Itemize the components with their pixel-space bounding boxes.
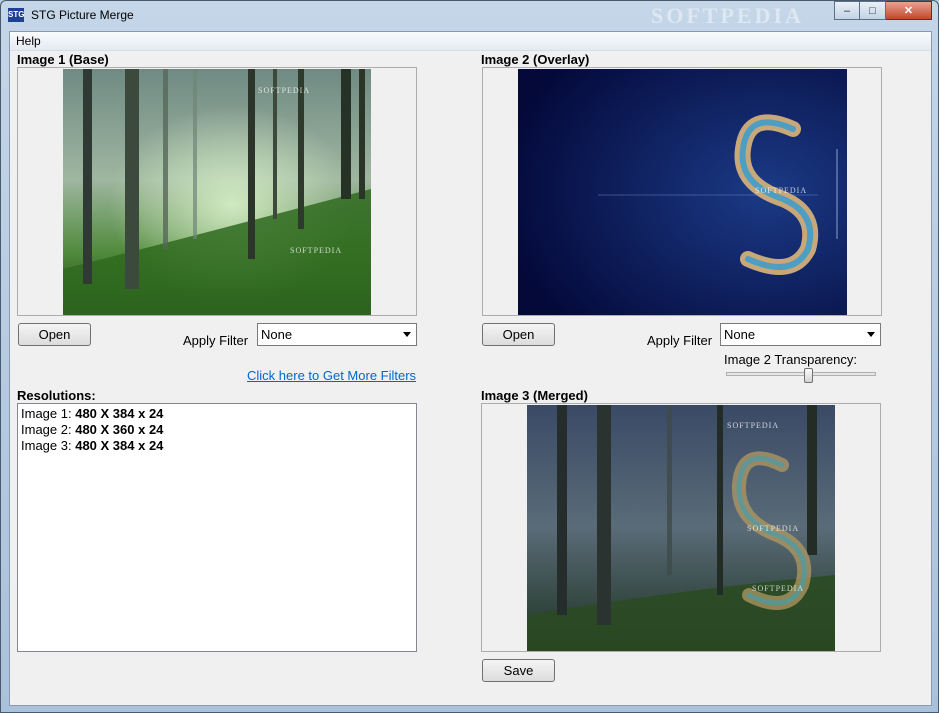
image1-filter-value: None xyxy=(261,327,293,342)
more-filters-link[interactable]: Click here to Get More Filters xyxy=(247,368,416,383)
image3-watermark-3: SOFTPEDIA xyxy=(752,584,805,593)
image3-frame: SOFTPEDIA SOFTPEDIA SOFTPEDIA xyxy=(481,403,881,652)
transparency-label: Image 2 Transparency: xyxy=(724,352,857,367)
chevron-down-icon xyxy=(403,332,411,337)
transparency-slider[interactable] xyxy=(726,368,876,383)
image3-watermark-2: SOFTPEDIA xyxy=(747,524,800,533)
image1-open-button[interactable]: Open xyxy=(18,323,91,346)
app-logo-icon: STG xyxy=(8,8,24,22)
image3-watermark: SOFTPEDIA xyxy=(727,421,780,430)
slider-track xyxy=(726,372,876,376)
menu-item-help[interactable]: Help xyxy=(16,34,41,48)
image2-label: Image 2 (Overlay) xyxy=(481,52,590,67)
resolution-row: Image 2: 480 X 360 x 24 xyxy=(21,422,164,437)
image2-filter-label: Apply Filter xyxy=(647,333,713,348)
chevron-down-icon xyxy=(867,332,875,337)
resolutions-list: Image 1: 480 X 384 x 24 Image 2: 480 X 3… xyxy=(17,403,417,652)
image1-picture xyxy=(63,69,371,315)
watermark-text: SOFTPEDIA xyxy=(651,3,804,28)
maximize-button[interactable]: □ xyxy=(860,1,886,20)
image1-frame: SOFTPEDIA SOFTPEDIA xyxy=(17,67,417,316)
app-window: STG STG Picture Merge SOFTPEDIA – □ ✕ He… xyxy=(0,0,939,713)
image2-frame: SOFTPEDIA xyxy=(482,67,882,316)
resolutions-label: Resolutions: xyxy=(17,388,96,403)
resolution-row: Image 1: 480 X 384 x 24 xyxy=(21,406,164,421)
image1-filter-select[interactable]: None xyxy=(257,323,417,346)
resolution-row: Image 3: 480 X 384 x 24 xyxy=(21,438,164,453)
image1-watermark-2: SOFTPEDIA xyxy=(290,246,343,255)
image1-label: Image 1 (Base) xyxy=(17,52,109,67)
image1-watermark: SOFTPEDIA xyxy=(258,86,311,95)
image2-open-button[interactable]: Open xyxy=(482,323,555,346)
client-area: Help Image 1 (Base) SOFTPEDIA SOFTPEDIA … xyxy=(9,31,932,706)
window-title: STG Picture Merge xyxy=(31,8,134,22)
image2-watermark: SOFTPEDIA xyxy=(755,186,808,195)
minimize-button[interactable]: – xyxy=(834,1,860,20)
image2-filter-select[interactable]: None xyxy=(720,323,881,346)
close-button[interactable]: ✕ xyxy=(886,1,932,20)
menu-bar: Help xyxy=(10,32,931,51)
image2-filter-value: None xyxy=(724,327,756,342)
title-bar[interactable]: STG STG Picture Merge SOFTPEDIA – □ ✕ xyxy=(1,1,938,31)
slider-thumb[interactable] xyxy=(804,368,813,383)
save-button[interactable]: Save xyxy=(482,659,555,682)
image3-label: Image 3 (Merged) xyxy=(481,388,588,403)
image1-filter-label: Apply Filter xyxy=(183,333,249,348)
